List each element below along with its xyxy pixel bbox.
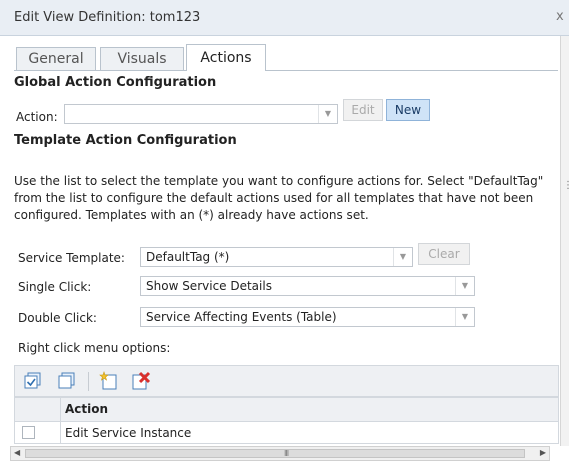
chevron-down-icon[interactable]: ▼ xyxy=(393,248,412,266)
chevron-down-icon[interactable]: ▼ xyxy=(318,105,337,123)
grid-header: Action xyxy=(14,397,559,422)
column-header-action[interactable]: Action xyxy=(65,402,108,416)
double-click-dropdown[interactable]: Service Affecting Events (Table) ▼ xyxy=(140,307,475,327)
right-click-menu-label: Right click menu options: xyxy=(18,341,171,355)
scroll-right-icon[interactable]: ▶ xyxy=(540,448,546,457)
double-click-value: Service Affecting Events (Table) xyxy=(146,310,337,324)
right-scroll-edge xyxy=(560,36,569,446)
tab-general[interactable]: General xyxy=(16,47,96,70)
dialog-title: Edit View Definition: tom123 xyxy=(14,10,201,25)
template-description: Use the list to select the template you … xyxy=(14,174,544,222)
tab-divider xyxy=(14,70,558,71)
new-button[interactable]: New xyxy=(386,99,430,121)
global-action-heading: Global Action Configuration xyxy=(14,75,217,90)
right-edge-marker: ⋮ xyxy=(563,180,569,191)
single-click-label: Single Click: xyxy=(18,280,92,294)
single-click-dropdown[interactable]: Show Service Details ▼ xyxy=(140,276,475,296)
chevron-down-icon[interactable]: ▼ xyxy=(455,277,474,295)
edit-button[interactable]: Edit xyxy=(343,99,383,121)
chevron-down-icon[interactable]: ▼ xyxy=(455,308,474,326)
actions-toolbar xyxy=(14,365,559,397)
action-dropdown[interactable]: ▼ xyxy=(64,104,338,124)
clear-button[interactable]: Clear xyxy=(418,243,470,265)
service-template-label: Service Template: xyxy=(18,251,125,265)
tab-bar: General Visuals Actions xyxy=(14,44,558,71)
new-item-icon[interactable] xyxy=(99,371,119,391)
single-click-value: Show Service Details xyxy=(146,279,272,293)
double-click-label: Double Click: xyxy=(18,311,97,325)
table-row[interactable]: Edit Service Instance xyxy=(14,422,559,444)
column-divider xyxy=(60,422,61,443)
scrollbar-grip: III xyxy=(284,449,289,458)
row-action-cell: Edit Service Instance xyxy=(65,426,192,440)
select-all-icon[interactable] xyxy=(23,371,43,391)
toolbar-separator xyxy=(88,372,89,391)
close-icon[interactable]: x xyxy=(556,9,564,24)
horizontal-scrollbar[interactable]: ◀ III ▶ xyxy=(10,446,550,461)
service-template-dropdown[interactable]: DefaultTag (*) ▼ xyxy=(140,247,413,267)
deselect-all-icon[interactable] xyxy=(57,371,77,391)
service-template-value: DefaultTag (*) xyxy=(146,250,230,264)
delete-item-icon[interactable] xyxy=(131,371,151,391)
row-checkbox[interactable] xyxy=(22,426,35,439)
tab-actions[interactable]: Actions xyxy=(186,44,266,71)
scroll-left-icon[interactable]: ◀ xyxy=(14,448,20,457)
template-action-heading: Template Action Configuration xyxy=(14,133,237,148)
column-divider xyxy=(60,398,61,421)
tab-visuals[interactable]: Visuals xyxy=(100,47,184,70)
action-label: Action: xyxy=(16,110,58,124)
dialog-titlebar: Edit View Definition: tom123 x xyxy=(0,0,569,36)
scrollbar-thumb[interactable]: III xyxy=(25,449,525,458)
